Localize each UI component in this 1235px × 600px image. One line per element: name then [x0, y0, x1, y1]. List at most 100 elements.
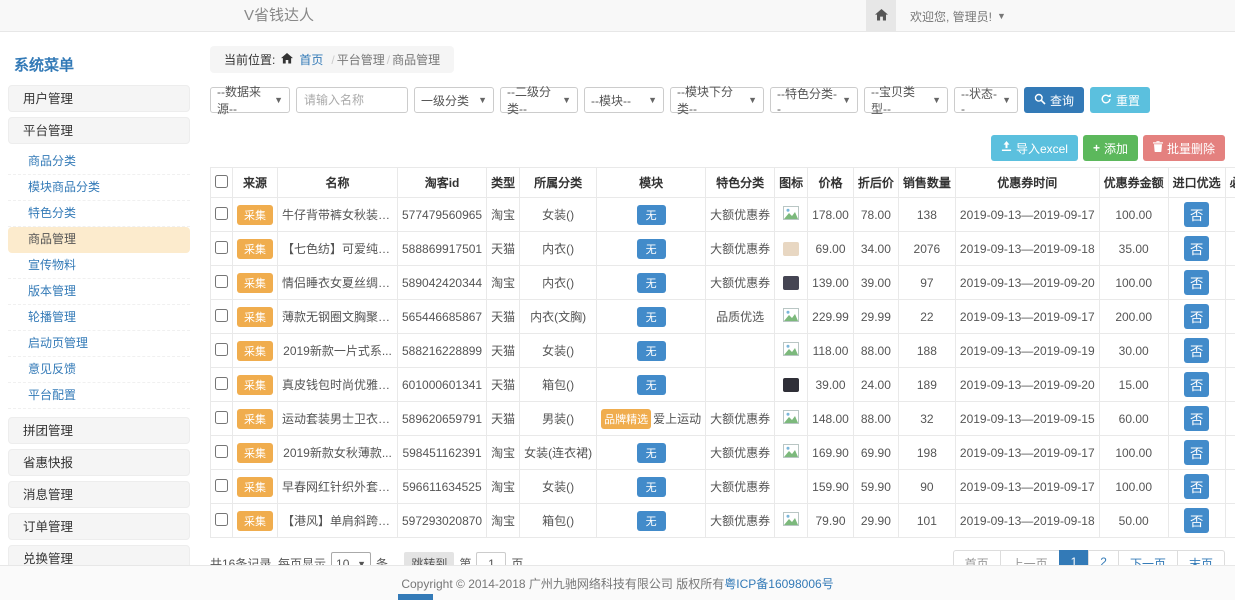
product-name: 牛仔背带裤女秋装减龄... — [278, 198, 398, 232]
sidebar-group-0[interactable]: 用户管理 — [8, 85, 190, 112]
table-row: 采集真皮钱包时尚优雅女士...601000601341天猫箱包()无39.002… — [211, 368, 1235, 402]
breadcrumb-separator: / — [329, 53, 336, 67]
sales-count: 32 — [898, 402, 955, 436]
feature-category — [706, 334, 775, 368]
import-select-toggle[interactable]: 否 — [1184, 236, 1209, 261]
import-select-toggle[interactable]: 否 — [1184, 440, 1209, 465]
product-category: 内衣() — [520, 266, 597, 300]
row-checkbox[interactable] — [215, 207, 228, 220]
sales-count: 189 — [898, 368, 955, 402]
product-name: 薄款无钢圈文胸聚拢性... — [278, 300, 398, 334]
sidebar-item-7[interactable]: 启动页管理 — [8, 331, 190, 357]
icp-link[interactable]: 粤ICP备16098006号 — [724, 575, 833, 592]
feature-select[interactable]: --特色分类--▼ — [770, 87, 858, 113]
sidebar-item-3[interactable]: 商品管理 — [8, 227, 190, 253]
copyright-text: Copyright © 2014-2018 广州九驰网络科技有限公司 版权所有 — [401, 575, 724, 592]
sidebar-group-2[interactable]: 拼团管理 — [8, 417, 190, 444]
sidebar-group-1[interactable]: 平台管理 — [8, 117, 190, 144]
source-badge: 采集 — [237, 375, 273, 395]
import-select-toggle[interactable]: 否 — [1184, 474, 1209, 499]
module-sub-select[interactable]: --模块下分类--▼ — [670, 87, 764, 113]
import-select-toggle[interactable]: 否 — [1184, 270, 1209, 295]
import-excel-button[interactable]: 导入excel — [991, 135, 1078, 161]
module-cell: 无 — [597, 266, 706, 300]
data-source-select[interactable]: --数据来源--▼ — [210, 87, 290, 113]
sidebar-group-3[interactable]: 省惠快报 — [8, 449, 190, 476]
chevron-down-icon: ▼ — [842, 95, 851, 105]
sidebar-item-0[interactable]: 商品分类 — [8, 149, 190, 175]
product-image-icon — [783, 345, 799, 359]
import-select-toggle[interactable]: 否 — [1184, 372, 1209, 397]
import-select-toggle[interactable]: 否 — [1184, 338, 1209, 363]
taoke-id: 596611634525 — [398, 470, 487, 504]
home-icon — [875, 9, 888, 24]
sales-count: 198 — [898, 436, 955, 470]
item-type-select[interactable]: --宝贝类型--▼ — [864, 87, 948, 113]
status-select[interactable]: --状态--▼ — [954, 87, 1018, 113]
table-row: 采集牛仔背带裤女秋装减龄...577479560965淘宝女装()无大额优惠券1… — [211, 198, 1235, 232]
table-row: 采集【港风】单肩斜跨链条...597293020870淘宝箱包()无大额优惠券7… — [211, 504, 1235, 538]
coupon-time: 2019-09-13—2019-09-20 — [955, 368, 1099, 402]
chevron-down-icon: ▼ — [748, 95, 757, 105]
sidebar-item-6[interactable]: 轮播管理 — [8, 305, 190, 331]
price: 229.99 — [808, 300, 854, 334]
sidebar-group-5[interactable]: 订单管理 — [8, 513, 190, 540]
search-button[interactable]: 查询 — [1024, 87, 1084, 113]
table-actions: 导入excel + 添加 批量删除 — [210, 135, 1225, 161]
module-select[interactable]: --模块--▼ — [584, 87, 664, 113]
row-checkbox[interactable] — [215, 377, 228, 390]
product-category: 女装(连衣裙) — [520, 436, 597, 470]
row-checkbox[interactable] — [215, 411, 228, 424]
chevron-down-icon: ▼ — [562, 95, 571, 105]
row-checkbox[interactable] — [215, 241, 228, 254]
chevron-down-icon: ▼ — [274, 95, 283, 105]
discount-price: 29.99 — [853, 300, 898, 334]
price: 159.90 — [808, 470, 854, 504]
batch-delete-button[interactable]: 批量删除 — [1143, 135, 1225, 161]
sidebar-group-4[interactable]: 消息管理 — [8, 481, 190, 508]
import-select-toggle[interactable]: 否 — [1184, 304, 1209, 329]
product-name: 情侣睡衣女夏丝绸男士... — [278, 266, 398, 300]
sidebar-item-9[interactable]: 平台配置 — [8, 383, 190, 409]
import-select-toggle[interactable]: 否 — [1184, 508, 1209, 533]
import-select-toggle[interactable]: 否 — [1184, 406, 1209, 431]
coupon-time: 2019-09-13—2019-09-19 — [955, 334, 1099, 368]
refresh-icon — [1100, 93, 1112, 108]
add-button[interactable]: + 添加 — [1083, 135, 1138, 161]
name-input[interactable] — [296, 87, 408, 113]
breadcrumb-item-0: 平台管理 — [337, 53, 385, 67]
home-nav-button[interactable] — [866, 0, 896, 32]
row-checkbox[interactable] — [215, 479, 228, 492]
sidebar-item-5[interactable]: 版本管理 — [8, 279, 190, 305]
sidebar-group-6[interactable]: 兑换管理 — [8, 545, 190, 565]
row-checkbox[interactable] — [215, 513, 228, 526]
column-header: 优惠券金额 — [1099, 168, 1168, 198]
source-badge: 采集 — [237, 307, 273, 327]
breadcrumb-home-link[interactable]: 首页 — [299, 51, 323, 68]
taoke-id: 589042420344 — [398, 266, 487, 300]
coupon-time: 2019-09-13—2019-09-15 — [955, 402, 1099, 436]
category2-select[interactable]: --二级分类--▼ — [500, 87, 578, 113]
sidebar-item-4[interactable]: 宣传物料 — [8, 253, 190, 279]
category1-select[interactable]: 一级分类▼ — [414, 87, 494, 113]
row-checkbox[interactable] — [215, 445, 228, 458]
product-type: 淘宝 — [487, 504, 520, 538]
product-image-icon — [783, 515, 799, 529]
import-select-toggle[interactable]: 否 — [1184, 202, 1209, 227]
row-checkbox[interactable] — [215, 343, 228, 356]
row-checkbox[interactable] — [215, 309, 228, 322]
select-all-checkbox[interactable] — [215, 175, 228, 188]
chevron-down-icon: ▼ — [478, 95, 487, 105]
sidebar-item-1[interactable]: 模块商品分类 — [8, 175, 190, 201]
reset-button[interactable]: 重置 — [1090, 87, 1150, 113]
user-menu[interactable]: 欢迎您, 管理员! ▼ — [896, 0, 1020, 32]
row-checkbox[interactable] — [215, 275, 228, 288]
feature-category: 大额优惠券 — [706, 436, 775, 470]
sidebar-item-2[interactable]: 特色分类 — [8, 201, 190, 227]
sidebar-item-8[interactable]: 意见反馈 — [8, 357, 190, 383]
source-badge: 采集 — [237, 205, 273, 225]
trash-icon — [1153, 141, 1163, 155]
taoke-id: 589620659791 — [398, 402, 487, 436]
sales-count: 90 — [898, 470, 955, 504]
module-cell: 无 — [597, 504, 706, 538]
